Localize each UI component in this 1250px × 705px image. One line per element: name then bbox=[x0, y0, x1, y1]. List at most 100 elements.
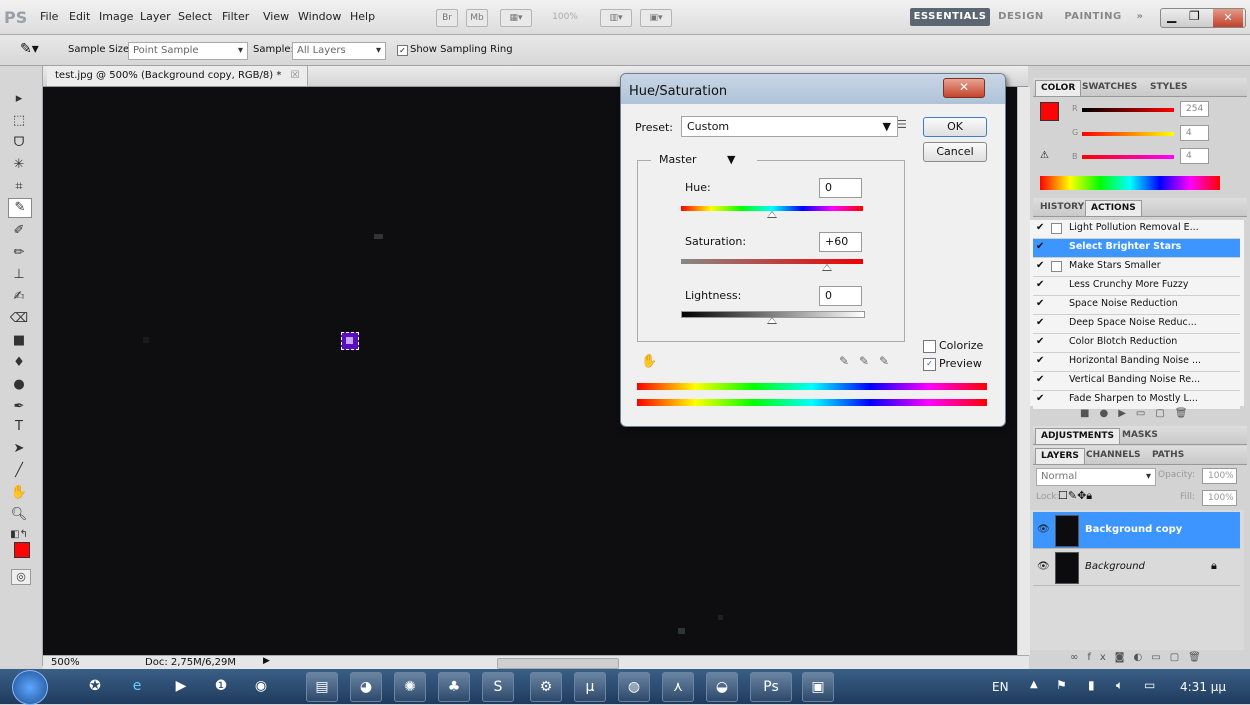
channel-select[interactable]: Master ▼ bbox=[651, 151, 757, 169]
foreground-color-swatch[interactable] bbox=[1040, 102, 1059, 121]
tab-history[interactable]: HISTORY bbox=[1035, 200, 1089, 215]
clock[interactable]: 4:31 μμ bbox=[1180, 680, 1226, 694]
status-menu-icon[interactable]: ▶ bbox=[263, 656, 270, 666]
eyedropper-tool-icon[interactable]: ✎ bbox=[8, 198, 32, 218]
bridge-icon[interactable]: Br bbox=[436, 9, 458, 27]
menu-file[interactable]: File bbox=[40, 10, 58, 23]
menu-layer[interactable]: Layer bbox=[140, 10, 171, 23]
extras-icon[interactable]: ▦▾ bbox=[500, 9, 532, 27]
menu-help[interactable]: Help bbox=[350, 10, 375, 23]
photoshop-taskbar-icon[interactable]: Ps bbox=[750, 672, 792, 702]
path-selection-tool-icon[interactable]: ➤ bbox=[8, 440, 30, 458]
check-icon[interactable]: ✔ bbox=[1036, 375, 1046, 385]
acrobat-icon[interactable]: ⋏ bbox=[662, 672, 694, 702]
menu-filter[interactable]: Filter bbox=[222, 10, 249, 23]
link-layers-icon[interactable]: ∞ bbox=[1070, 652, 1087, 663]
language-indicator[interactable]: EN bbox=[992, 680, 1009, 694]
foreground-color-swatch[interactable] bbox=[14, 542, 30, 558]
healing-brush-tool-icon[interactable]: ✐ bbox=[8, 222, 30, 240]
check-icon[interactable]: ✔ bbox=[1036, 394, 1046, 404]
b-field[interactable]: 4 bbox=[1180, 148, 1209, 164]
screen-mode-icon[interactable]: ▣▾ bbox=[640, 9, 672, 27]
zoom-level-select[interactable]: 100% bbox=[540, 9, 590, 25]
check-icon[interactable]: ✔ bbox=[1036, 299, 1046, 309]
move-tool-icon[interactable]: ▸ bbox=[8, 90, 30, 108]
blend-mode-select[interactable]: Normal ▾ bbox=[1036, 468, 1156, 486]
dodge-tool-icon[interactable]: ● bbox=[8, 376, 30, 394]
display-icon[interactable]: ▭ bbox=[1144, 678, 1155, 692]
more-workspaces[interactable]: » bbox=[1130, 8, 1150, 26]
line-tool-icon[interactable]: ╱ bbox=[8, 462, 30, 480]
crop-tool-icon[interactable]: ⌗ bbox=[8, 178, 30, 196]
app-icon[interactable]: ⚙ bbox=[530, 672, 562, 702]
type-tool-icon[interactable]: T bbox=[8, 418, 30, 436]
eyedropper-icon[interactable]: ✎ bbox=[839, 354, 849, 368]
horizontal-scrollbar-thumb[interactable] bbox=[497, 658, 619, 669]
list-item[interactable]: ✔ Select Brighter Stars bbox=[1033, 239, 1240, 258]
lightness-field[interactable]: 0 bbox=[819, 286, 862, 306]
targeted-adjustment-icon[interactable]: ✋ bbox=[641, 354, 657, 369]
saturation-slider-track[interactable] bbox=[681, 259, 863, 264]
visibility-eye-icon[interactable]: 👁︎ bbox=[1037, 524, 1050, 535]
gamut-warning-icon[interactable]: ⚠ bbox=[1040, 150, 1049, 161]
tab-actions[interactable]: ACTIONS bbox=[1085, 200, 1142, 216]
list-item[interactable]: ✔ Vertical Banding Noise Re... bbox=[1033, 372, 1240, 391]
color-ramp[interactable] bbox=[1040, 176, 1220, 190]
app-icon[interactable]: ▣ bbox=[802, 672, 834, 702]
volume-icon[interactable]: 🔈︎ bbox=[1116, 678, 1123, 693]
lasso-tool-icon[interactable]: ᗜ bbox=[8, 134, 30, 152]
workspace-design[interactable]: DESIGN bbox=[996, 8, 1046, 26]
r-field[interactable]: 254 bbox=[1180, 101, 1209, 117]
list-item[interactable]: ✔ Deep Space Noise Reduc... bbox=[1033, 315, 1240, 334]
adjustment-layer-icon[interactable]: ◐ bbox=[1134, 652, 1152, 663]
tray-expand-icon[interactable]: ▲ bbox=[1030, 679, 1038, 690]
mini-bridge-icon[interactable]: Mb bbox=[466, 9, 488, 27]
show-sampling-ring-checkbox[interactable]: ✓ bbox=[397, 45, 408, 56]
minimize-icon[interactable]: ▁ bbox=[1167, 9, 1176, 23]
menu-edit[interactable]: Edit bbox=[69, 10, 90, 23]
fill-field[interactable]: 100% bbox=[1202, 490, 1237, 506]
zoom-level[interactable]: 500% bbox=[51, 657, 80, 668]
g-slider[interactable] bbox=[1082, 132, 1174, 136]
new-set-icon[interactable]: ▭ bbox=[1136, 408, 1155, 419]
blur-tool-icon[interactable]: ♦ bbox=[8, 354, 30, 372]
menu-view[interactable]: View bbox=[263, 10, 289, 23]
explorer-icon[interactable]: ▤ bbox=[306, 672, 338, 702]
flag-icon[interactable]: ⚑ bbox=[1056, 678, 1067, 692]
dialog-close-icon[interactable]: ✕ bbox=[943, 78, 985, 98]
check-icon[interactable]: ✔ bbox=[1036, 318, 1046, 328]
layer-row[interactable]: 👁︎ Background copy bbox=[1033, 512, 1240, 549]
colorize-checkbox[interactable] bbox=[923, 340, 936, 353]
list-item[interactable]: ✔ Less Crunchy More Fuzzy bbox=[1033, 277, 1240, 296]
document-tab[interactable]: test.jpg @ 500% (Background copy, RGB/8)… bbox=[47, 66, 309, 86]
sample-select[interactable]: All Layers ▾ bbox=[292, 42, 386, 60]
menu-image[interactable]: Image bbox=[99, 10, 133, 23]
opacity-field[interactable]: 100% bbox=[1202, 468, 1237, 484]
preset-select[interactable]: Custom ▼ bbox=[681, 116, 898, 137]
network-icon[interactable]: ▮ bbox=[1088, 678, 1095, 692]
preset-options-icon[interactable]: ☰ bbox=[897, 118, 907, 131]
delete-layer-icon[interactable]: 🗑︎ bbox=[1188, 652, 1210, 663]
lightness-slider-thumb[interactable] bbox=[767, 317, 777, 324]
check-icon[interactable]: ✔ bbox=[1036, 223, 1046, 233]
marquee-tool-icon[interactable]: ⬚ bbox=[8, 112, 30, 130]
add-mask-icon[interactable]: ◙ bbox=[1115, 652, 1134, 663]
internet-explorer-icon[interactable]: e bbox=[122, 672, 152, 700]
close-icon[interactable]: ✕ bbox=[1213, 9, 1243, 27]
workspace-essentials[interactable]: ESSENTIALS bbox=[910, 8, 990, 26]
history-brush-tool-icon[interactable]: ✍ bbox=[8, 288, 30, 306]
skype-icon[interactable]: S bbox=[482, 672, 514, 702]
tab-adjustments[interactable]: ADJUSTMENTS bbox=[1035, 428, 1120, 444]
gradient-tool-icon[interactable]: ■ bbox=[8, 332, 30, 350]
app-icon[interactable]: ◍ bbox=[618, 672, 650, 702]
list-item[interactable]: ✔ Color Blotch Reduction bbox=[1033, 334, 1240, 353]
tab-layers[interactable]: LAYERS bbox=[1035, 448, 1085, 464]
close-tab-icon[interactable]: ☒ bbox=[291, 70, 300, 81]
tab-paths[interactable]: PATHS bbox=[1147, 448, 1189, 463]
g-field[interactable]: 4 bbox=[1180, 125, 1209, 141]
app-icon[interactable]: ♣ bbox=[438, 672, 470, 702]
check-icon[interactable]: ✔ bbox=[1036, 280, 1046, 290]
sample-size-select[interactable]: Point Sample ▾ bbox=[128, 42, 248, 60]
saturation-field[interactable]: +60 bbox=[819, 232, 862, 252]
ok-button[interactable]: OK bbox=[923, 117, 987, 137]
